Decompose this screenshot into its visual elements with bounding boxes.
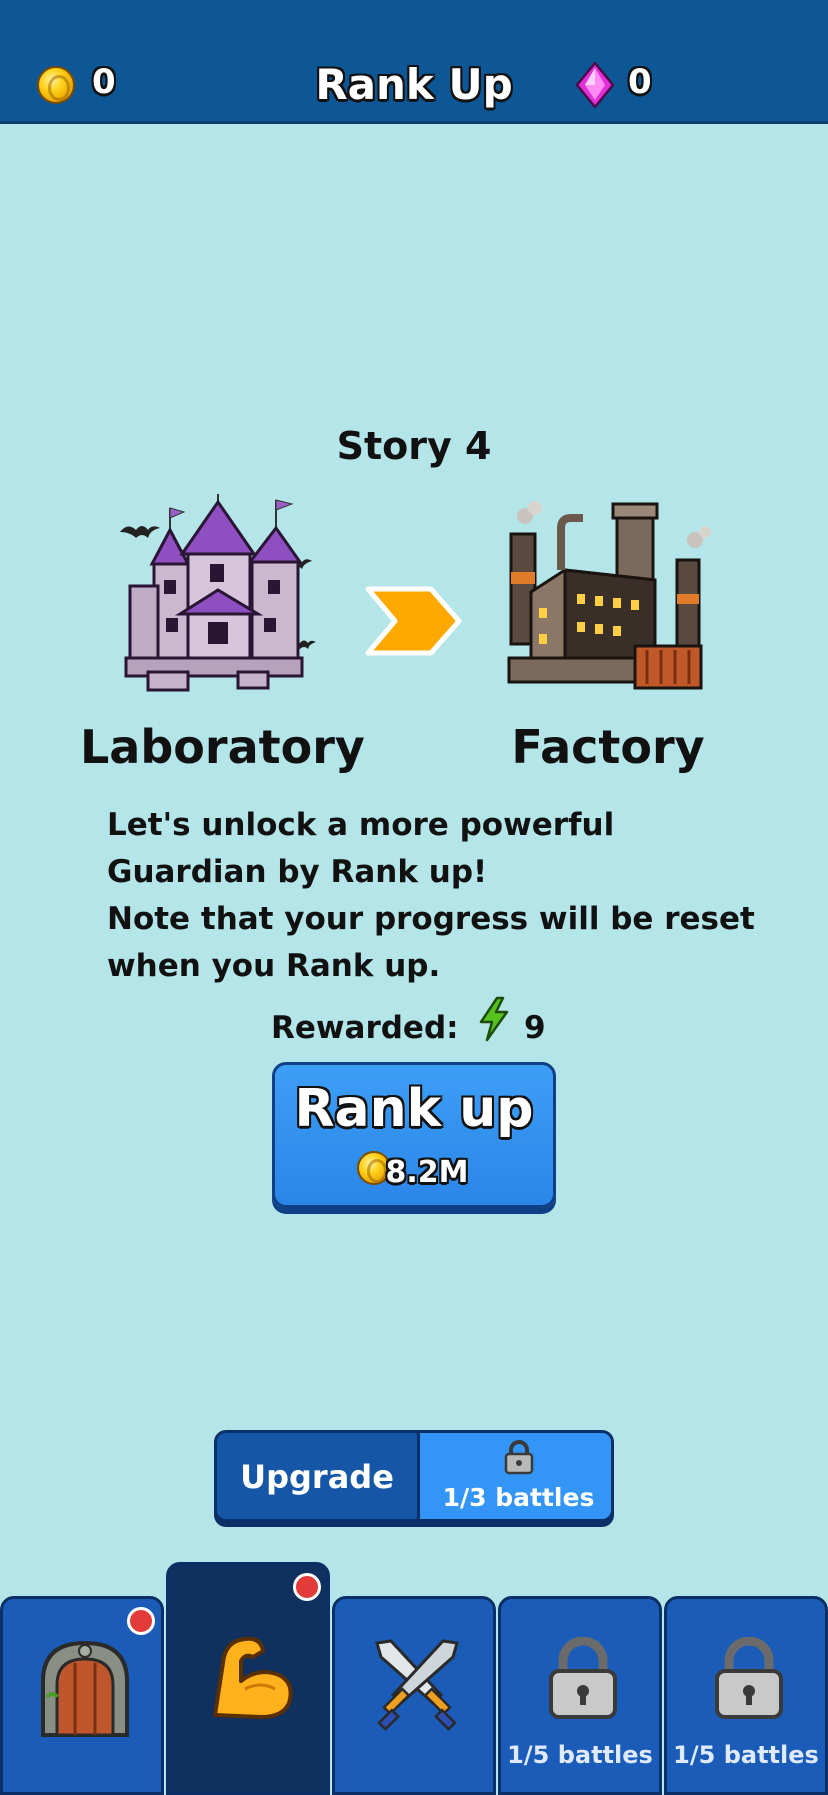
- lock-icon: [549, 1637, 617, 1719]
- lock-icon: [715, 1637, 783, 1719]
- description-line: when you Rank up.: [107, 948, 441, 984]
- rank-up-button-label: Rank up: [294, 1079, 534, 1139]
- laboratory-castle-image: [120, 494, 316, 692]
- crossed-swords-icon: [375, 1639, 459, 1731]
- upgrade-tab[interactable]: Upgrade: [217, 1433, 417, 1519]
- top-bar: 0 Rank Up 0: [0, 0, 828, 124]
- lock-icon: [504, 1440, 534, 1475]
- rank-up-cost: 8.2M: [385, 1155, 469, 1190]
- rank-up-description: Let's unlock a more powerful Guardian by…: [107, 802, 755, 990]
- locked-rank-tab-label: 1/3 battles: [442, 1483, 595, 1512]
- to-place-label: Factory: [511, 720, 705, 774]
- tab-locked-2[interactable]: 1/5 battles: [664, 1596, 828, 1795]
- tab-upgrade[interactable]: [166, 1562, 330, 1795]
- flexed-arm-icon: [213, 1636, 293, 1719]
- tab-locked-1[interactable]: 1/5 battles: [498, 1596, 662, 1795]
- gem-icon: [575, 62, 615, 108]
- tab-battle[interactable]: [332, 1596, 496, 1795]
- factory-image: [507, 501, 711, 690]
- description-line: Guardian by Rank up!: [107, 854, 488, 890]
- description-line: Note that your progress will be reset: [107, 901, 755, 937]
- tab-locked-label: 1/5 battles: [673, 1741, 819, 1769]
- story-title: Story 4: [336, 424, 492, 468]
- bottom-nav: 1/5 battles 1/5 battles: [0, 1562, 828, 1795]
- upgrade-tab-label: Upgrade: [240, 1458, 394, 1496]
- rank-up-button[interactable]: Rank up 8.2M: [272, 1062, 556, 1208]
- from-place-label: Laboratory: [80, 720, 365, 774]
- upgrade-segment-control: Upgrade 1/3 battles: [214, 1430, 614, 1522]
- notification-badge: [127, 1607, 155, 1635]
- reward-value: 9: [524, 1010, 546, 1046]
- gem-count: 0: [628, 62, 652, 102]
- notification-badge: [293, 1573, 321, 1601]
- lightning-bolt-icon: [479, 996, 509, 1042]
- tab-dungeon[interactable]: [0, 1596, 164, 1795]
- dungeon-door-icon: [41, 1640, 129, 1737]
- description-line: Let's unlock a more powerful: [107, 807, 615, 843]
- tab-locked-label: 1/5 battles: [507, 1741, 653, 1769]
- page-title: Rank Up: [315, 60, 513, 109]
- reward-label: Rewarded:: [271, 1010, 459, 1046]
- locked-rank-tab[interactable]: 1/3 battles: [417, 1433, 611, 1519]
- arrow-right-icon: [365, 586, 462, 656]
